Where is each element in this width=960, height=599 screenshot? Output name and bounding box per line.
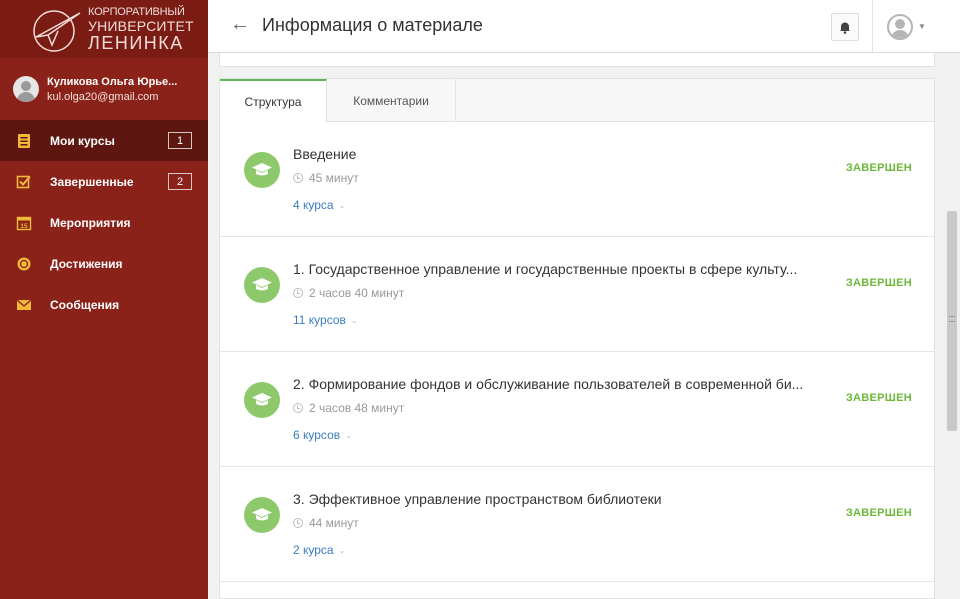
medal-icon xyxy=(16,256,32,272)
module-title[interactable]: Введение xyxy=(293,146,356,162)
logo-line-1: Корпоративный xyxy=(88,5,185,18)
module-row[interactable]: 2. Формирование фондов и обслуживание по… xyxy=(220,352,934,467)
graduation-cap-icon xyxy=(244,382,280,418)
module-duration: 45 минут xyxy=(309,171,359,185)
sidebar-item-events[interactable]: 15 Мероприятия xyxy=(0,202,208,243)
courses-dropdown[interactable]: 11 курсов ⌄ xyxy=(293,313,358,327)
graduation-cap-icon xyxy=(244,152,280,188)
module-title[interactable]: 2. Формирование фондов и обслуживание по… xyxy=(293,376,803,392)
sidebar: Корпоративный Университет Ленинка Кулико… xyxy=(0,0,208,599)
count-badge: 1 xyxy=(168,132,192,149)
chevron-down-icon: ⌄ xyxy=(338,545,346,555)
module-duration: 2 часов 40 минут xyxy=(309,286,405,300)
logo-line-3: Ленинка xyxy=(88,32,184,53)
courses-count: 4 курса xyxy=(293,198,334,212)
status-badge: ЗАВЕРШЕН xyxy=(845,162,912,174)
clock-icon xyxy=(293,288,303,298)
vertical-scrollbar[interactable] xyxy=(944,53,960,599)
top-header: ← Информация о материале ▼ xyxy=(208,0,960,53)
logo-line-2: Университет xyxy=(88,17,194,34)
bell-icon xyxy=(840,22,850,34)
module-duration: 44 минут xyxy=(309,516,359,530)
chevron-down-icon: ▼ xyxy=(918,22,926,31)
tab-structure[interactable]: Структура xyxy=(220,79,327,123)
checkbox-icon xyxy=(16,174,32,190)
sidebar-item-label: Мои курсы xyxy=(50,133,115,148)
logo-text: Корпоративный Университет Ленинка xyxy=(88,5,194,53)
module-title[interactable]: 1. Государственное управление и государс… xyxy=(293,261,797,277)
avatar xyxy=(13,76,39,102)
svg-text:15: 15 xyxy=(20,223,28,230)
calendar-icon: 15 xyxy=(16,215,32,231)
chevron-down-icon: ⌄ xyxy=(338,200,346,210)
clock-icon xyxy=(293,403,303,413)
sidebar-item-messages[interactable]: Сообщения xyxy=(0,284,208,325)
back-arrow-icon[interactable]: ← xyxy=(230,13,250,36)
user-email: kul.olga20@gmail.com xyxy=(47,90,159,103)
info-panel-bottom xyxy=(219,53,935,67)
graduation-cap-icon xyxy=(244,267,280,303)
page-title: Информация о материале xyxy=(262,15,483,35)
sidebar-item-completed[interactable]: Завершенные 2 xyxy=(0,161,208,202)
sidebar-item-my-courses[interactable]: Мои курсы 1 xyxy=(0,120,208,161)
status-badge: ЗАВЕРШЕН xyxy=(845,507,912,519)
module-duration: 2 часов 48 минут xyxy=(309,401,405,415)
profile-menu-button[interactable]: ▼ xyxy=(872,0,960,53)
envelope-icon xyxy=(16,297,32,313)
courses-count: 11 курсов xyxy=(293,313,346,327)
document-list-icon xyxy=(16,133,32,149)
count-badge: 2 xyxy=(168,173,192,190)
clock-icon xyxy=(293,173,303,183)
courses-count: 6 курсов xyxy=(293,428,341,442)
scrollbar-thumb[interactable] xyxy=(947,211,957,431)
module-title[interactable]: 3. Эффективное управление пространством … xyxy=(293,491,662,507)
chevron-down-icon: ⌄ xyxy=(345,430,352,440)
tab-comments[interactable]: Комментарии xyxy=(327,79,456,122)
status-badge: ЗАВЕРШЕН xyxy=(845,277,912,289)
user-profile[interactable]: Куликова Ольга Юрье... kul.olga20@gmail.… xyxy=(0,58,208,120)
module-row[interactable]: Введение 45 минут 4 курса ⌄ ЗАВЕРШЕН xyxy=(220,122,934,237)
courses-dropdown[interactable]: 4 курса ⌄ xyxy=(293,198,345,212)
notifications-button[interactable] xyxy=(831,13,859,41)
logo[interactable]: Корпоративный Университет Ленинка xyxy=(0,0,208,58)
sidebar-item-achievements[interactable]: Достижения xyxy=(0,243,208,284)
sidebar-item-label: Мероприятия xyxy=(50,215,131,230)
clock-icon xyxy=(293,518,303,528)
courses-dropdown[interactable]: 2 курса ⌄ xyxy=(293,543,345,557)
avatar xyxy=(887,13,913,40)
chevron-down-icon: ⌄ xyxy=(350,315,358,325)
status-badge: ЗАВЕРШЕН xyxy=(845,392,912,404)
graduation-cap-icon xyxy=(244,497,280,533)
courses-count: 2 курса xyxy=(293,543,334,557)
module-row[interactable]: 1. Государственное управление и государс… xyxy=(220,237,934,352)
sidebar-item-label: Сообщения xyxy=(50,297,120,312)
structure-card: Структура Комментарии Введение 45 минут … xyxy=(219,78,935,599)
sidebar-item-label: Завершенные xyxy=(50,174,134,189)
courses-dropdown[interactable]: 6 курсов ⌄ xyxy=(293,428,352,442)
user-name: Куликова Ольга Юрье... xyxy=(47,75,178,88)
module-row[interactable]: 3. Эффективное управление пространством … xyxy=(220,467,934,582)
logo-emblem-icon xyxy=(28,5,84,53)
tab-bar: Структура Комментарии xyxy=(220,79,934,123)
sidebar-item-label: Достижения xyxy=(50,256,123,271)
